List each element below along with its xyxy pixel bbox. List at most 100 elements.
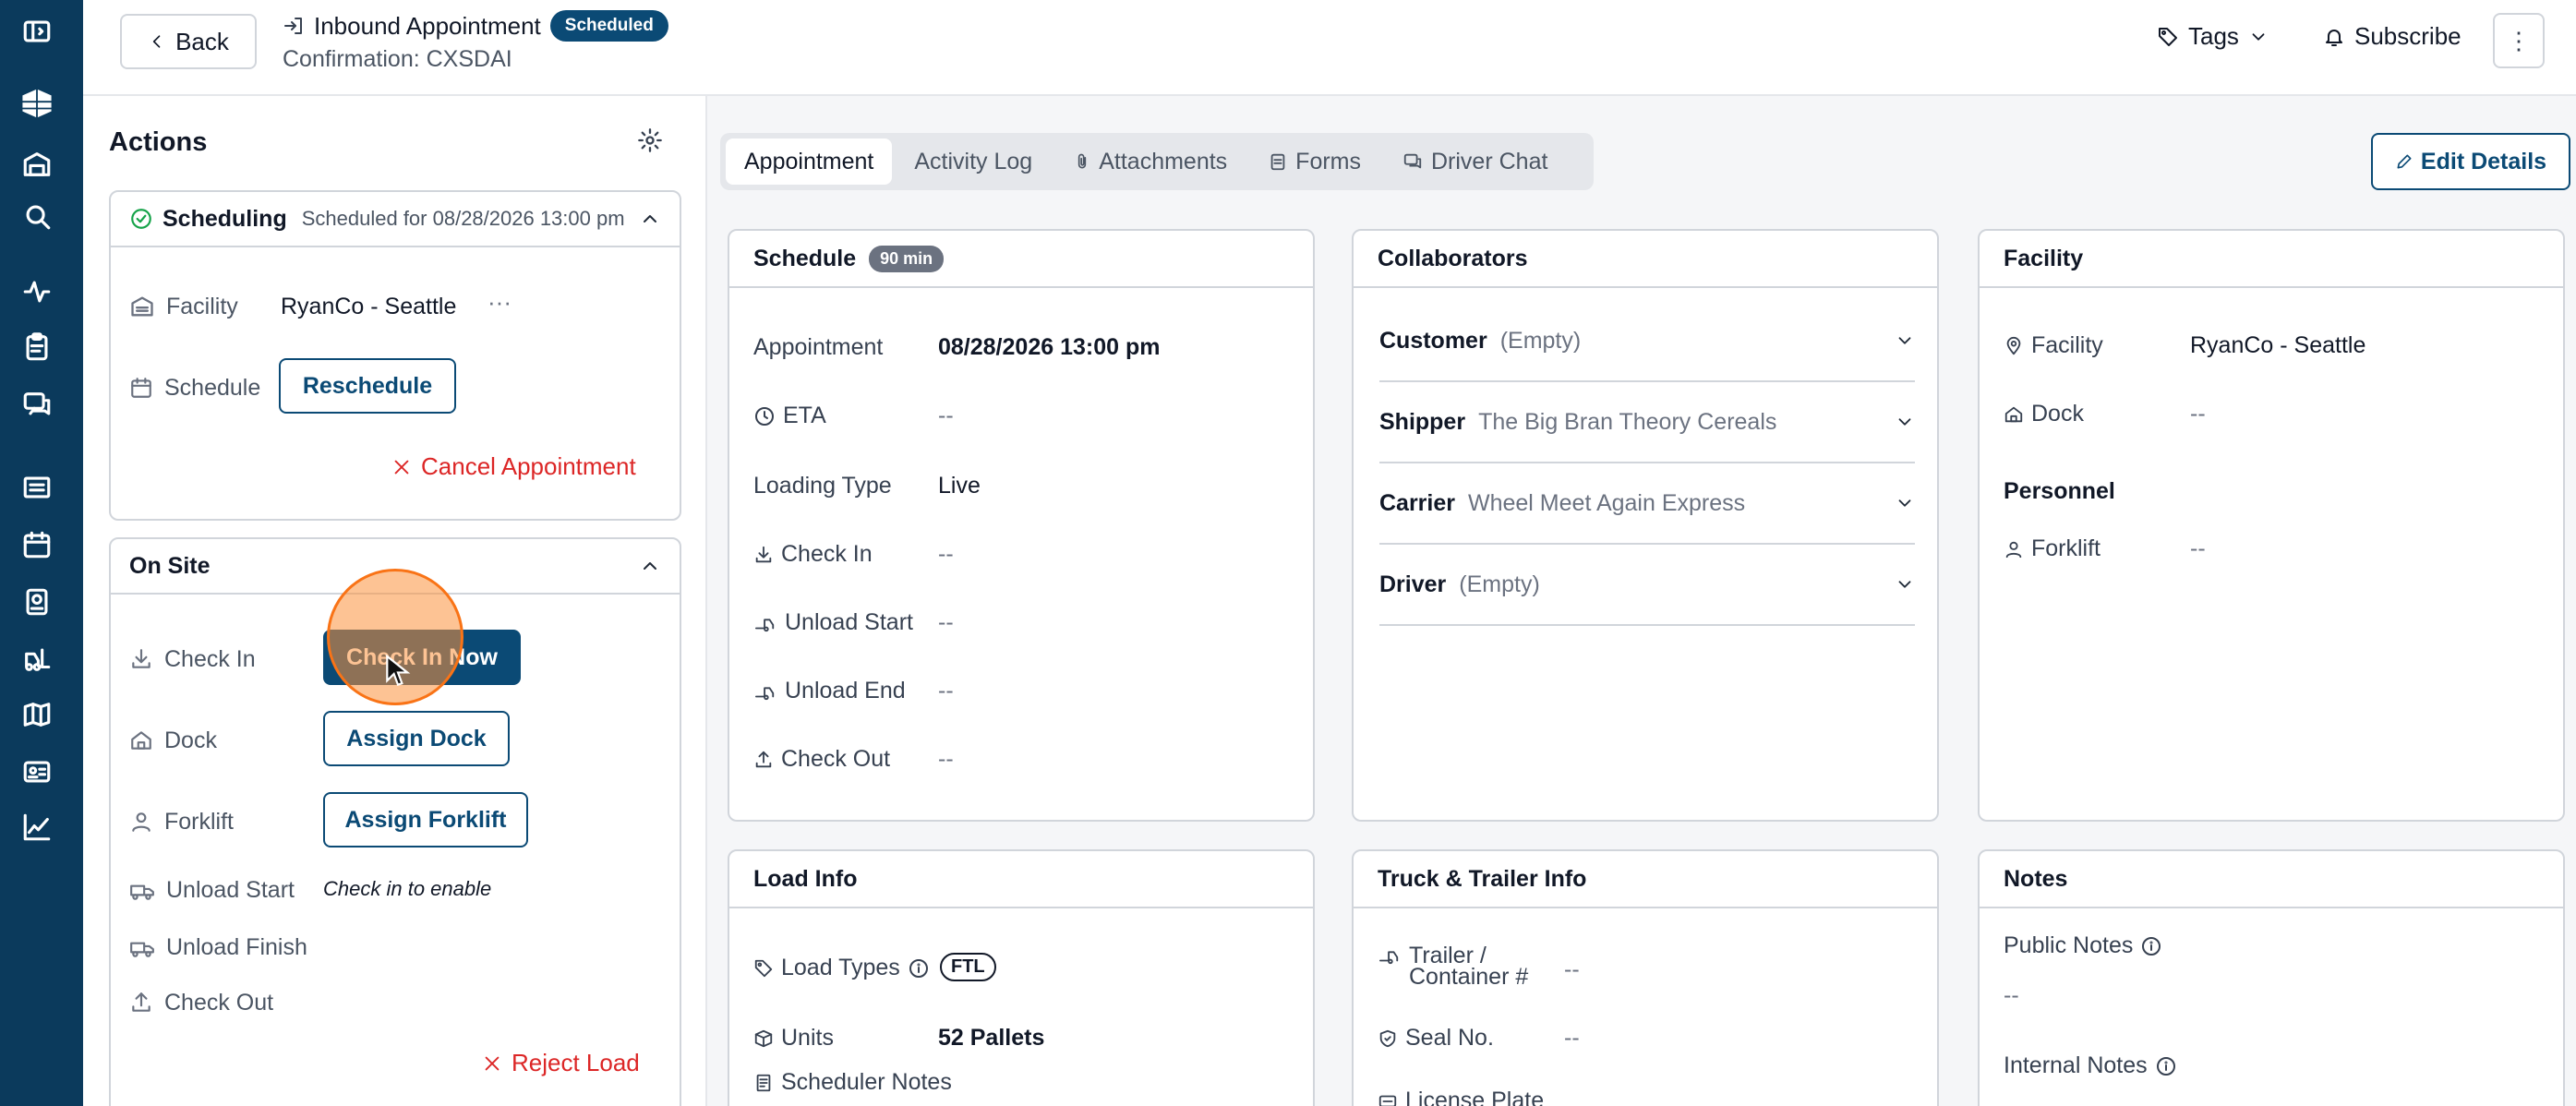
reject-load-link[interactable]: Reject Load: [482, 1049, 640, 1077]
info-icon[interactable]: [908, 957, 930, 980]
person-icon: [2005, 541, 2022, 558]
eta-label: ETA: [783, 403, 826, 428]
chevron-down-icon: [1898, 418, 1911, 426]
dock-icon[interactable]: [18, 583, 55, 620]
tags-dropdown[interactable]: Tags: [2157, 22, 2269, 51]
chevron-up-icon[interactable]: [639, 208, 661, 230]
back-button[interactable]: Back: [120, 14, 257, 69]
scheduling-card: Scheduling Scheduled for 08/28/2026 13:0…: [109, 190, 681, 521]
chevron-down-icon: [1898, 337, 1911, 344]
schedule-field-label: ETA: [753, 403, 826, 429]
internal-notes-text: Internal Notes: [2004, 1052, 2148, 1078]
collaborator-label: Shipper: [1379, 408, 1466, 435]
public-notes-text: Public Notes: [2004, 932, 2134, 958]
chat-icon[interactable]: [18, 386, 55, 423]
schedule-panel-header: Schedule 90 min: [729, 231, 1313, 288]
checkin-row: Check In: [129, 631, 256, 687]
units-text: Units: [781, 1025, 834, 1051]
schedule-field-label: Unload Start: [753, 609, 913, 636]
tab-activity-log[interactable]: Activity Log: [896, 138, 1051, 185]
collaborator-value: Wheel Meet Again Express: [1468, 489, 1746, 516]
collaborator-label: Carrier: [1379, 489, 1455, 516]
load-info-panel: Load Info Load Types FTL Units 52 Pallet…: [728, 849, 1315, 1106]
unload-finish-label: Unload Finish: [166, 933, 307, 960]
tab-forms[interactable]: Forms: [1249, 138, 1379, 185]
warehouse-icon[interactable]: [18, 146, 55, 183]
license-plate-icon: [1378, 1095, 1397, 1106]
info-icon[interactable]: [2140, 935, 2162, 957]
tab-appointment[interactable]: Appointment: [726, 138, 893, 185]
scheduling-subtitle: Scheduled for 08/28/2026 13:00 pm: [301, 207, 625, 230]
scheduling-card-header[interactable]: Scheduling Scheduled for 08/28/2026 13:0…: [111, 192, 680, 247]
chevron-up-icon[interactable]: [639, 555, 661, 577]
forklift-icon[interactable]: [18, 641, 55, 678]
tab-label: Attachments: [1099, 148, 1228, 174]
load-info-panel-header: Load Info: [729, 851, 1313, 908]
collaborators-panel: Collaborators Customer (Empty) Shipper T…: [1352, 229, 1939, 822]
schedule-title: Schedule: [753, 245, 857, 271]
truck-trailer-title: Truck & Trailer Info: [1378, 865, 1587, 892]
assign-dock-button[interactable]: Assign Dock: [323, 711, 510, 766]
calendar-icon[interactable]: [18, 526, 55, 563]
collaborator-customer-row[interactable]: Customer (Empty): [1379, 301, 1915, 382]
top-header: Back Inbound Appointment Scheduled Confi…: [83, 0, 2576, 96]
reschedule-button[interactable]: Reschedule: [279, 358, 456, 414]
facility-panel-header: Facility: [1980, 231, 2563, 288]
notes-panel: Notes Public Notes -- Internal Notes: [1978, 849, 2565, 1106]
schedule-label: Schedule: [164, 374, 261, 401]
info-icon[interactable]: [2155, 1055, 2177, 1077]
seal-label: Seal No.: [1378, 1025, 1494, 1052]
status-badge: Scheduled: [549, 10, 668, 42]
list-icon[interactable]: [18, 469, 55, 506]
facility-more-icon[interactable]: ···: [488, 288, 512, 317]
forklift-label: Forklift: [164, 808, 234, 835]
forklift-text: Forklift: [2031, 535, 2101, 561]
trailer-label: Trailer / Container #: [1378, 944, 1528, 989]
tags-label: Tags: [2188, 22, 2239, 50]
collaborator-shipper-row[interactable]: Shipper The Big Bran Theory Cereals: [1379, 382, 1915, 463]
check-circle-icon: [131, 209, 151, 229]
schedule-field-label: Appointment: [753, 334, 884, 360]
checkin-field-label: Check In: [781, 541, 873, 567]
tab-driver-chat[interactable]: Driver Chat: [1383, 138, 1566, 185]
collaborator-label: Driver: [1379, 571, 1447, 597]
gear-icon[interactable]: [637, 127, 663, 160]
id-card-icon[interactable]: [18, 753, 55, 790]
units-label: Units: [753, 1025, 834, 1052]
tab-label: Activity Log: [914, 148, 1033, 174]
edit-details-label: Edit Details: [2420, 148, 2547, 174]
edit-details-button[interactable]: Edit Details: [2371, 133, 2570, 190]
assign-forklift-button[interactable]: Assign Forklift: [323, 792, 528, 848]
dock-text: Dock: [2031, 401, 2084, 427]
checkout-field-label: Check Out: [781, 746, 891, 772]
collaborator-carrier-row[interactable]: Carrier Wheel Meet Again Express: [1379, 463, 1915, 545]
load-types-label: Load Types: [753, 955, 930, 981]
detail-tabs: Appointment Activity Log Attachments For…: [720, 133, 1594, 190]
person-icon: [132, 812, 150, 832]
download-tray-icon: [132, 649, 150, 668]
logo-icon[interactable]: [15, 81, 59, 126]
seal-value: --: [1564, 1025, 1580, 1051]
schedule-field-value: --: [938, 609, 954, 635]
clipboard-icon[interactable]: [18, 329, 55, 366]
more-options-button[interactable]: ⋮: [2493, 13, 2545, 68]
schedule-field-value: 08/28/2026 13:00 pm: [938, 334, 1161, 360]
search-icon[interactable]: [18, 198, 55, 234]
cancel-appointment-link[interactable]: Cancel Appointment: [391, 452, 636, 481]
dock-field-value: --: [2190, 401, 2206, 427]
subscribe-label: Subscribe: [2354, 22, 2462, 50]
subscribe-button[interactable]: Subscribe: [2323, 22, 2462, 51]
paperclip-icon: [1078, 153, 1087, 169]
tab-attachments[interactable]: Attachments: [1054, 138, 1246, 185]
map-icon[interactable]: [18, 696, 55, 733]
sidebar-toggle-icon[interactable]: [18, 13, 55, 50]
internal-notes-label: Internal Notes: [2004, 1052, 2177, 1079]
license-plate-label: License Plate: [1378, 1088, 1544, 1106]
collaborator-driver-row[interactable]: Driver (Empty): [1379, 545, 1915, 626]
load-info-title: Load Info: [753, 865, 858, 892]
analytics-icon[interactable]: [18, 809, 55, 846]
activity-icon[interactable]: [18, 273, 55, 310]
close-icon: [485, 1056, 500, 1070]
forklift-row: Forklift: [129, 794, 234, 849]
truck-icon: [130, 942, 154, 957]
